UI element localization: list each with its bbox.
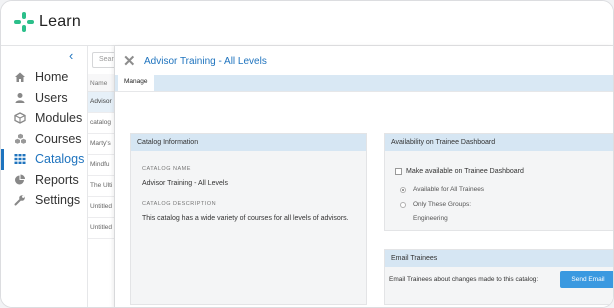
panel-title: Advisor Training - All Levels [144, 56, 267, 67]
card-heading: Availability on Trainee Dashboard [385, 134, 613, 151]
available-all-label: Available for All Trainees [413, 186, 485, 193]
sidebar-item-label: Modules [35, 111, 83, 126]
collapse-sidebar-icon[interactable]: ‹ [69, 48, 73, 63]
sidebar-item-modules[interactable]: Modules [1, 108, 88, 129]
sidebar-item-label: Users [35, 90, 68, 105]
cube-icon [13, 111, 27, 125]
list-item[interactable]: The Ulti [88, 176, 114, 197]
tab-bar: Manage [115, 75, 613, 91]
grid-icon [13, 152, 27, 166]
catalog-detail-panel: ✕ Advisor Training - All Levels Manage C… [115, 46, 613, 307]
wrench-icon [13, 193, 27, 207]
make-available-checkbox[interactable] [395, 168, 402, 175]
close-icon[interactable]: ✕ [123, 52, 136, 70]
sidebar-item-label: Home [35, 70, 69, 85]
list-item[interactable]: Mindfu [88, 155, 114, 176]
only-groups-label: Only These Groups: [413, 201, 472, 208]
sidebar-item-label: Reports [35, 172, 79, 187]
card-heading: Catalog Information [131, 134, 366, 151]
top-bar: Learn [1, 1, 613, 46]
list-item[interactable]: Marty's [88, 134, 114, 155]
sidebar-item-users[interactable]: Users [1, 88, 88, 109]
sidebar-item-label: Courses [35, 131, 82, 146]
catalog-information-card: Catalog Information CATALOG NAME Advisor… [130, 133, 367, 305]
catalog-list: Sear Name Advisor catalog Marty's Mindfu… [88, 46, 115, 307]
logo-icon [14, 12, 34, 32]
list-item[interactable]: Untitled [88, 218, 114, 239]
sidebar-item-reports[interactable]: Reports [1, 170, 88, 191]
sidebar-item-label: Settings [35, 193, 81, 208]
list-item[interactable]: Untitled [88, 197, 114, 218]
app-window: Learn ‹ Home Users Modules Courses Catal… [0, 0, 614, 308]
app-name: Learn [39, 13, 81, 30]
list-column-header[interactable]: Name [88, 74, 114, 92]
list-item[interactable]: catalog [88, 113, 114, 134]
catalog-name-label: CATALOG NAME [142, 166, 191, 172]
sidebar-item-home[interactable]: Home [1, 67, 88, 88]
home-icon [13, 70, 27, 84]
pie-chart-icon [13, 173, 27, 187]
list-item[interactable]: Advisor [88, 92, 114, 113]
sidebar-item-courses[interactable]: Courses [1, 129, 88, 150]
catalog-description-value: This catalog has a wide variety of cours… [142, 215, 349, 222]
catalog-description-label: CATALOG DESCRIPTION [142, 201, 217, 207]
availability-card: Availability on Trainee Dashboard Make a… [384, 133, 613, 231]
email-trainees-card: Email Trainees Email Trainees about chan… [384, 249, 613, 305]
email-trainees-text: Email Trainees about changes made to thi… [389, 276, 539, 283]
tab-manage[interactable]: Manage [118, 75, 154, 91]
sidebar: ‹ Home Users Modules Courses Catalogs Re… [1, 46, 88, 307]
make-available-label: Make available on Trainee Dashboard [406, 168, 524, 175]
cubes-icon [13, 132, 27, 146]
card-heading: Email Trainees [385, 250, 613, 267]
available-all-radio[interactable] [400, 187, 406, 193]
only-groups-radio[interactable] [400, 202, 406, 208]
sidebar-nav: Home Users Modules Courses Catalogs Repo… [1, 67, 88, 211]
panel-content: Catalog Information CATALOG NAME Advisor… [115, 91, 613, 307]
sidebar-item-catalogs[interactable]: Catalogs [1, 149, 88, 170]
user-icon [13, 91, 27, 105]
app-logo[interactable]: Learn [13, 11, 81, 33]
sidebar-item-settings[interactable]: Settings [1, 190, 88, 211]
catalog-name-value: Advisor Training - All Levels [142, 180, 228, 187]
sidebar-item-label: Catalogs [35, 152, 85, 167]
group-value: Engineering [413, 215, 448, 222]
search-input[interactable]: Sear [92, 52, 114, 68]
send-email-button[interactable]: Send Email [560, 271, 613, 288]
